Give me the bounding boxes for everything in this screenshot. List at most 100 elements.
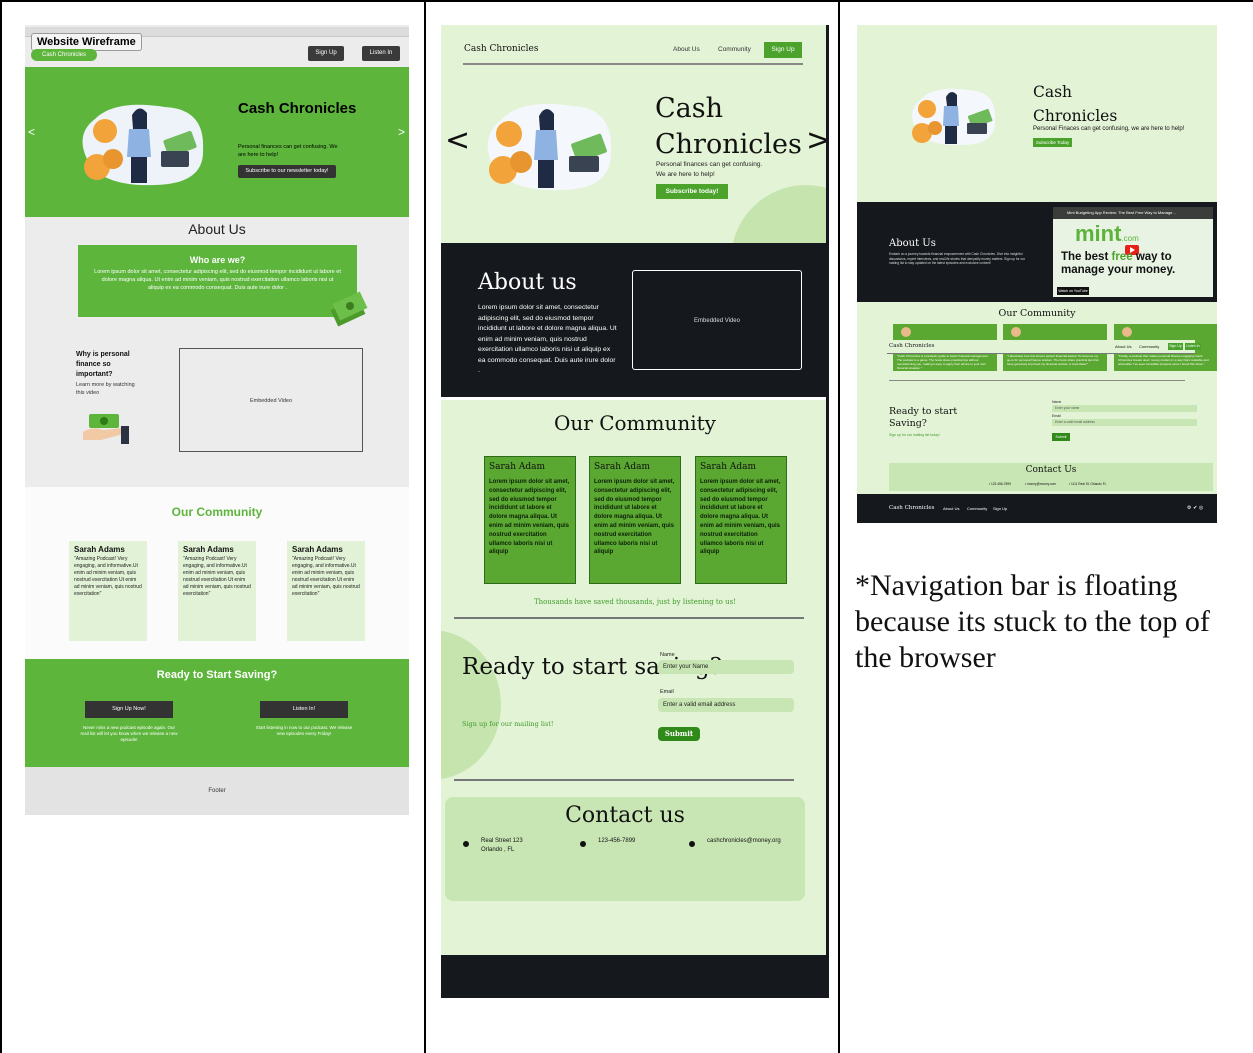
avatar — [901, 327, 911, 337]
about-section: About Us Embark on a journey towards fin… — [857, 202, 1217, 302]
hero-subtitle: Personal Finaces can get confusing, we a… — [1033, 126, 1185, 132]
floating-nav-bar: Cash Chronicles About Us Community Sign … — [887, 340, 1201, 354]
card-text: Lorem ipsum dolor sit amet, consectetur … — [594, 479, 675, 556]
about-heading: About Us — [889, 238, 936, 249]
why-subtext: Learn more by watching this video — [76, 382, 135, 396]
hero-title: Cash Chronicles — [1033, 83, 1118, 125]
contact-phone: 123-456-7899 — [598, 838, 636, 844]
card-text: "Cash Chronicles is a fantastic guide to… — [897, 354, 989, 370]
name-label: Name — [660, 652, 675, 658]
prev-arrow[interactable]: < — [28, 125, 35, 139]
email-input[interactable]: Enter a valid email address — [658, 698, 794, 712]
youtube-embed[interactable]: Mint Budgeting App Review: The Best Free… — [1053, 207, 1213, 297]
embedded-video[interactable]: Embedded Video — [632, 270, 802, 370]
card-text: "Finally, a podcast that makes personal … — [1118, 354, 1209, 366]
listen-in-button[interactable]: Listen In! — [260, 701, 348, 718]
about-heading: About us — [478, 270, 577, 295]
navigation-note: *Navigation bar is floating because its … — [855, 569, 1210, 674]
email-label: Email — [660, 689, 674, 695]
hifi-panel: Cash Chronicles About Us Community Sign … — [441, 25, 829, 998]
subscribe-button[interactable]: Subscribe today! — [656, 184, 728, 199]
name-input[interactable]: Enter your Name — [658, 660, 794, 674]
avatar — [1011, 327, 1021, 337]
footer-signup-link[interactable]: Sign Up — [993, 506, 1007, 511]
who-are-we-box: Who are we? Lorem ipsum dolor sit amet, … — [78, 245, 357, 317]
subscribe-button[interactable]: Subscribe Today — [1033, 138, 1072, 147]
wireframe-panel: Website Wireframe Cash Chronicles Sign U… — [25, 25, 409, 815]
community-heading: Our Community — [554, 411, 716, 435]
community-heading: Our Community — [171, 505, 263, 519]
nav-brand[interactable]: Cash Chronicles — [464, 44, 538, 54]
nav-listen-button[interactable]: Listen In — [1185, 343, 1201, 350]
hero-title: Cash Chronicles — [238, 100, 357, 117]
card-name: Sarah Adams — [183, 545, 234, 554]
nav-signup-button[interactable]: Sign Up — [1168, 343, 1183, 350]
contact-section: Contact us Real Street 123 Orlando , FL … — [445, 797, 805, 901]
ready-heading: Ready to start Saving? — [889, 406, 958, 429]
submit-button[interactable]: Submit — [1052, 433, 1070, 441]
video-tagline: The best free way to manage your money. — [1061, 251, 1211, 277]
footer-community-link[interactable]: Community — [967, 506, 987, 511]
divider — [454, 779, 794, 781]
submit-button[interactable]: Submit — [658, 727, 700, 741]
card-quote: "Amazing Podcast! Very engaging, and inf… — [183, 556, 251, 597]
hero-title: Cash Chronicles — [655, 93, 802, 160]
testimonial-card: Sarah Adams "Amazing Podcast! Very engag… — [287, 541, 365, 641]
nav-signup-button[interactable]: Sign Up — [764, 42, 802, 58]
signup-now-button[interactable]: Sign Up Now! — [85, 701, 173, 718]
subscribe-button[interactable]: Subscribe to our newsletter today! — [238, 165, 336, 178]
video-brand-text: mint — [1075, 221, 1122, 246]
contact-address: Real Street 123 Orlando , FL — [481, 838, 523, 853]
hero-section: < > Cash Chronicles Personal finances ca… — [25, 67, 409, 217]
email-label: Email — [1052, 414, 1061, 418]
footer-brand[interactable]: Cash Chronicles — [889, 505, 935, 511]
video-brand: mint.com — [1075, 221, 1139, 247]
contact-heading: Contact us — [565, 803, 685, 828]
bullet-icon — [463, 841, 469, 847]
card-text: "I absolutely love this show's perfect f… — [1007, 354, 1099, 366]
contact-email[interactable]: • money@money.com — [1025, 482, 1056, 486]
about-heading: About Us — [188, 221, 246, 237]
about-text: Embark on a journey towards financial em… — [889, 252, 1026, 265]
avatar — [1122, 327, 1132, 337]
footer: Footer — [25, 767, 409, 815]
footer — [441, 955, 829, 998]
watch-on-youtube[interactable]: Watch on YouTube — [1057, 287, 1089, 295]
hero-subtitle: Personal finances can get confusing. We … — [656, 161, 763, 178]
contact-email[interactable]: cashchronicles@money.org — [707, 837, 781, 846]
card-name: Sarah Adams — [74, 545, 125, 554]
who-heading: Who are we? — [189, 255, 246, 265]
nav-about-link[interactable]: About Us — [1115, 344, 1131, 349]
bullet-icon — [580, 841, 586, 847]
ready-subtext: Sign up for our mailing list today! — [889, 433, 940, 437]
footer-about-link[interactable]: About Us — [943, 506, 959, 511]
community-heading: Our Community — [998, 308, 1076, 319]
card-name: Sarah Adam — [489, 462, 546, 472]
nav-signup-button[interactable]: Sign Up — [308, 46, 344, 61]
about-section: About us Lorem ipsum dolor sit amet, con… — [441, 243, 827, 400]
nav-about-link[interactable]: About Us — [673, 46, 700, 53]
nav-listen-button[interactable]: Listen In — [362, 46, 400, 61]
next-arrow[interactable]: > — [398, 125, 405, 139]
nav-community-link[interactable]: Community — [1139, 344, 1159, 349]
embedded-video[interactable]: Embedded Video — [179, 348, 363, 452]
nav-brand[interactable]: Cash Chronicles — [889, 343, 935, 349]
name-input[interactable]: Enter your name — [1052, 405, 1197, 412]
contact-address: • 1111 Real St. Orlando FL — [1069, 482, 1107, 486]
testimonial-card: Sarah Adam Lorem ipsum dolor sit amet, c… — [589, 456, 681, 584]
name-label: Name — [1052, 400, 1062, 404]
prev-arrow[interactable]: < — [445, 123, 470, 158]
hero-illustration — [912, 88, 996, 146]
social-icons[interactable]: ⚙ ✔ ◎ — [1187, 505, 1203, 511]
money-stack-icon — [330, 291, 368, 327]
card-name: Sarah Adam — [700, 462, 757, 472]
email-input[interactable]: Enter a valid email address — [1052, 419, 1197, 426]
tagline: Thousands have saved thousands, just by … — [533, 598, 736, 606]
contact-section: Contact Us • 123-456-7899 • money@money.… — [889, 463, 1213, 491]
community-section: Our Community Sarah Adams "Amazing Podca… — [25, 487, 409, 659]
about-text: Lorem ipsum dolor sit amet, consectetur … — [478, 304, 617, 374]
divider — [454, 617, 804, 619]
nav-divider — [463, 63, 803, 65]
brand-logo[interactable]: Cash Chronicles — [31, 49, 97, 61]
nav-community-link[interactable]: Community — [718, 46, 751, 53]
